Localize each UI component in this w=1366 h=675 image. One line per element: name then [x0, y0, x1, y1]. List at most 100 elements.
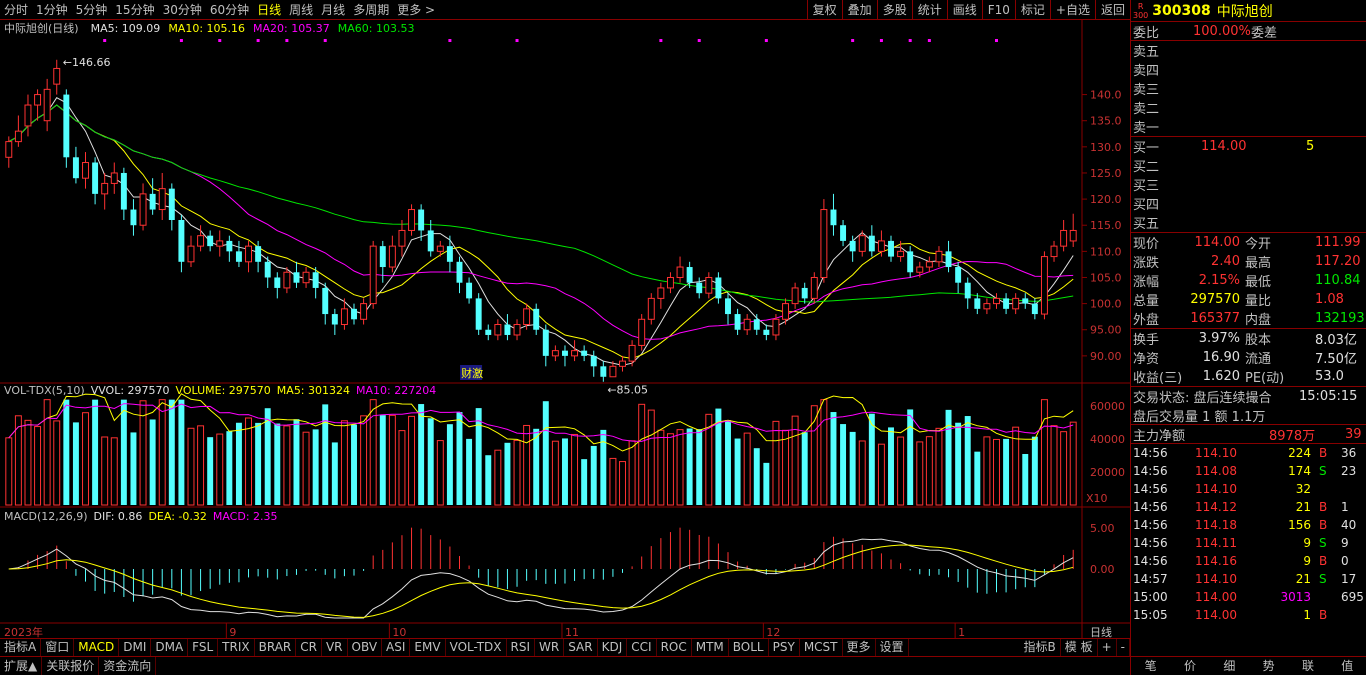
indicator-tab[interactable]: CCI	[627, 639, 657, 656]
candle[interactable]	[964, 277, 971, 309]
candle[interactable]	[351, 303, 357, 325]
candle[interactable]	[1003, 293, 1010, 315]
tick-row[interactable]: 14:56 114.10 32	[1131, 480, 1366, 498]
candle[interactable]	[840, 220, 847, 247]
toolbar-button[interactable]: +自选	[1049, 0, 1095, 20]
candle[interactable]	[820, 199, 828, 283]
tick-row[interactable]: 14:56 114.08 174 S 23	[1131, 462, 1366, 480]
toolbar-button[interactable]: 复权	[806, 0, 842, 20]
candle[interactable]	[562, 345, 568, 367]
tick-row[interactable]: 14:57 114.10 21 S 17	[1131, 570, 1366, 588]
candle[interactable]	[207, 230, 214, 252]
candle[interactable]	[504, 314, 511, 341]
candle[interactable]	[187, 235, 195, 268]
candle[interactable]	[907, 246, 914, 278]
candle[interactable]	[1069, 213, 1077, 247]
ask-level[interactable]: 卖一	[1131, 117, 1366, 136]
tick-row[interactable]: 14:56 114.18 156 B 40	[1131, 516, 1366, 534]
candle[interactable]	[676, 256, 684, 283]
candle[interactable]	[235, 240, 242, 268]
candle[interactable]	[638, 314, 646, 351]
candle[interactable]	[149, 178, 156, 215]
period-tab[interactable]: 30分钟	[159, 0, 206, 20]
candle[interactable]	[696, 277, 703, 299]
candle[interactable]	[888, 235, 894, 262]
candle[interactable]	[110, 162, 118, 194]
indicator-tab[interactable]: KDJ	[598, 639, 628, 656]
bid-level[interactable]: 买二	[1131, 156, 1366, 175]
indicator-tab[interactable]: VOL-TDX	[446, 639, 507, 656]
kline-chart[interactable]: 140.0135.0130.0125.0120.0115.0110.0105.0…	[0, 20, 1130, 638]
period-tab[interactable]: 多周期	[349, 0, 393, 20]
candle[interactable]	[1060, 220, 1068, 252]
candle[interactable]	[485, 324, 492, 341]
candle[interactable]	[34, 89, 42, 121]
candle[interactable]	[705, 272, 713, 299]
period-tab[interactable]: 日线	[253, 0, 285, 20]
candle[interactable]	[983, 298, 991, 315]
tick-row[interactable]: 15:05 114.00 1 B	[1131, 606, 1366, 624]
ask-level[interactable]: 卖二	[1131, 98, 1366, 117]
indicator-tab[interactable]: MCST	[800, 639, 843, 656]
candle[interactable]	[24, 94, 32, 137]
candle[interactable]	[158, 172, 166, 220]
candle[interactable]	[53, 59, 61, 95]
candle[interactable]	[494, 319, 502, 341]
candle[interactable]	[763, 324, 770, 341]
quote-tab[interactable]: 势	[1249, 657, 1288, 675]
quote-tab[interactable]: 值	[1328, 657, 1366, 675]
candle[interactable]	[302, 267, 310, 288]
bid-level[interactable]: 买三	[1131, 175, 1366, 194]
candle[interactable]	[216, 230, 224, 257]
tick-row[interactable]: 14:56 114.12 21 B 1	[1131, 498, 1366, 516]
candle[interactable]	[725, 293, 731, 325]
candle[interactable]	[379, 240, 386, 283]
candle[interactable]	[456, 256, 463, 294]
toolbar-button[interactable]: 画线	[946, 0, 982, 20]
candle[interactable]	[418, 204, 425, 241]
template-button[interactable]: 模 板	[1061, 639, 1098, 656]
candle[interactable]	[993, 293, 1000, 309]
candle[interactable]	[82, 152, 89, 189]
candle[interactable]	[427, 220, 434, 257]
candle[interactable]	[925, 256, 933, 273]
candle[interactable]	[408, 204, 416, 236]
period-tab[interactable]: 分时	[0, 0, 32, 20]
candle[interactable]	[571, 340, 579, 362]
indicator-tab[interactable]: EMV	[410, 639, 446, 656]
period-tab[interactable]: 15分钟	[111, 0, 158, 20]
candle[interactable]	[322, 282, 329, 325]
bid-level[interactable]: 买一 114.00 5	[1131, 137, 1366, 156]
candle[interactable]	[666, 272, 674, 294]
period-tab[interactable]: 周线	[285, 0, 317, 20]
candle[interactable]	[1012, 293, 1020, 315]
candle[interactable]	[369, 240, 377, 309]
candle[interactable]	[1022, 293, 1029, 309]
candle[interactable]	[475, 293, 482, 335]
candle[interactable]	[14, 115, 22, 147]
indicator-tab[interactable]: ROC	[657, 639, 692, 656]
candle[interactable]	[92, 157, 99, 205]
period-tab[interactable]: 5分钟	[72, 0, 112, 20]
indicator-tab[interactable]: 更多	[843, 639, 876, 656]
candle[interactable]	[513, 319, 521, 341]
bottom-tool-tab[interactable]: 关联报价	[42, 657, 100, 675]
template-button[interactable]: +	[1098, 639, 1117, 656]
candle[interactable]	[1040, 251, 1048, 320]
quote-tab[interactable]: 笔	[1131, 657, 1170, 675]
candle[interactable]	[830, 193, 837, 236]
candle[interactable]	[139, 183, 147, 231]
candle[interactable]	[935, 246, 943, 268]
period-tab[interactable]: 60分钟	[206, 0, 253, 20]
candle[interactable]	[945, 240, 952, 273]
candle[interactable]	[72, 146, 79, 184]
candle[interactable]	[398, 220, 406, 257]
quote-tab[interactable]: 联	[1288, 657, 1327, 675]
candle[interactable]	[810, 272, 818, 304]
indicator-tab[interactable]: DMI	[119, 639, 152, 656]
candle[interactable]	[5, 136, 13, 168]
candle[interactable]	[274, 272, 281, 299]
indicator-tab[interactable]: RSI	[507, 639, 536, 656]
candle[interactable]	[581, 345, 588, 362]
bottom-tool-tab[interactable]: 扩展▲	[0, 657, 43, 675]
